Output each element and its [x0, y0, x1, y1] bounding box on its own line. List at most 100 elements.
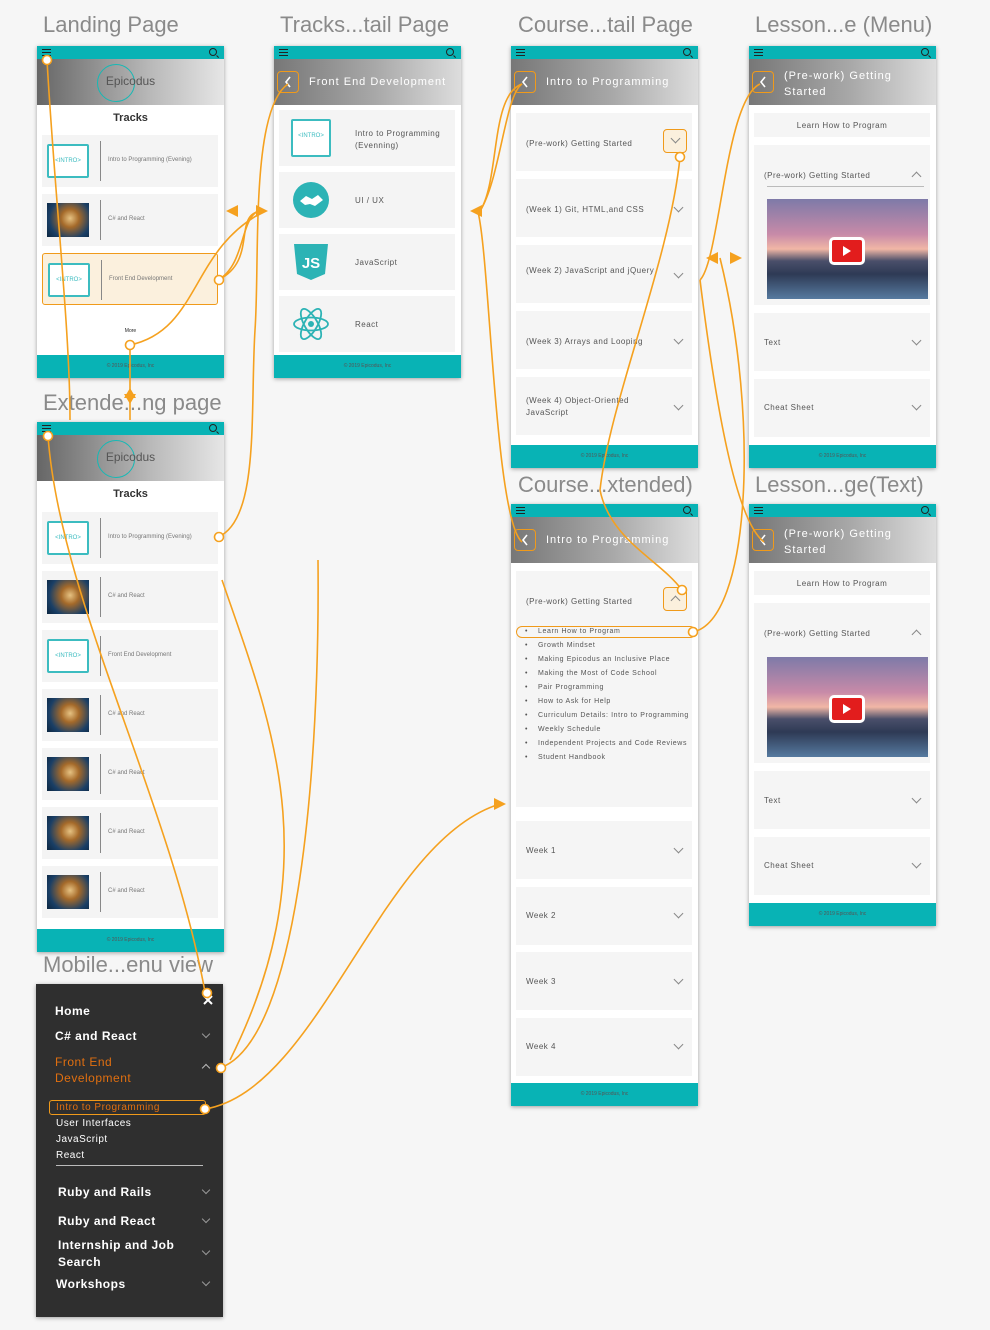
js-shield-icon: JS: [291, 243, 331, 281]
arrowhead: [226, 205, 238, 217]
menu-sub-item[interactable]: JavaScript: [56, 1134, 108, 1145]
section-accordion-open[interactable]: (Pre-work) Getting Started: [754, 145, 930, 305]
section-label: (Pre-work) Getting Started: [764, 629, 871, 638]
chevron-down-icon: [670, 133, 681, 144]
track-photo: [47, 875, 89, 909]
week-accordion[interactable]: (Week 3) Arrays and Looping: [516, 311, 692, 369]
lesson-link[interactable]: How to Ask for Help: [517, 695, 693, 709]
course-row[interactable]: React: [279, 296, 455, 352]
week-accordion[interactable]: Week 1: [516, 821, 692, 879]
week-accordion[interactable]: Week 3: [516, 952, 692, 1010]
menu-item-workshops[interactable]: Workshops: [56, 1277, 126, 1291]
menu-item-csharp-react[interactable]: C# and React: [55, 1029, 137, 1043]
lesson-link[interactable]: Growth Mindset: [517, 639, 693, 653]
week-accordion[interactable]: (Week 2) JavaScript and jQuery: [516, 245, 692, 303]
lesson-link[interactable]: Pair Programming: [517, 681, 693, 695]
lesson-link[interactable]: Weekly Schedule: [517, 723, 693, 737]
week-label: (Week 1) Git, HTML,and CSS: [526, 205, 645, 214]
track-card[interactable]: <INTRO> Intro to Programming (Evening): [42, 135, 218, 187]
top-bar: [511, 504, 698, 517]
menu-sub-item[interactable]: User Interfaces: [56, 1118, 131, 1129]
section-label: Cheat Sheet: [764, 861, 814, 870]
menu-item-front-end[interactable]: Front End Development: [55, 1054, 165, 1086]
chevron-down-icon: [673, 400, 684, 411]
text-accordion[interactable]: Text: [754, 313, 930, 371]
more-link[interactable]: More: [37, 328, 224, 334]
week-accordion[interactable]: (Week 4) Object-Oriented JavaScript: [516, 377, 692, 435]
week-accordion[interactable]: Week 2: [516, 887, 692, 945]
menu-item-ruby-rails[interactable]: Ruby and Rails: [58, 1185, 152, 1199]
hamburger-menu-icon[interactable]: [42, 425, 51, 432]
hamburger-menu-icon[interactable]: [516, 507, 525, 514]
track-card[interactable]: C# and React: [42, 194, 218, 246]
hamburger-menu-icon[interactable]: [279, 49, 288, 56]
track-card[interactable]: C# and React: [42, 866, 218, 918]
search-icon[interactable]: [683, 48, 691, 56]
play-button-icon[interactable]: [829, 237, 865, 265]
week-accordion[interactable]: (Week 1) Git, HTML,and CSS: [516, 179, 692, 237]
track-card-selected[interactable]: <INTRO> Front End Development: [42, 253, 218, 305]
menu-sub-item[interactable]: React: [56, 1150, 85, 1161]
back-button[interactable]: [277, 71, 299, 93]
hamburger-menu-icon[interactable]: [516, 49, 525, 56]
section-accordion-open[interactable]: (Pre-work) Getting Started: [754, 603, 930, 763]
arrowhead: [706, 252, 718, 264]
course-row[interactable]: <INTRO> Intro to Programming (Evenning): [279, 110, 455, 166]
track-card[interactable]: C# and React: [42, 571, 218, 623]
search-icon[interactable]: [446, 48, 454, 56]
collapse-button[interactable]: [663, 587, 687, 611]
lesson-link[interactable]: Curriculum Details: Intro to Programming: [517, 709, 693, 723]
search-icon[interactable]: [209, 48, 217, 56]
back-button[interactable]: [752, 71, 774, 93]
close-icon[interactable]: [202, 993, 214, 1005]
divider: [56, 1165, 203, 1166]
search-icon[interactable]: [209, 424, 217, 432]
lesson-link[interactable]: Making Epicodus an Inclusive Place: [517, 653, 693, 667]
week-accordion[interactable]: Week 4: [516, 1018, 692, 1076]
lesson-link[interactable]: Student Handbook: [517, 751, 693, 765]
cheat-sheet-accordion[interactable]: Cheat Sheet: [754, 837, 930, 895]
intro-folder-icon: <INTRO>: [48, 263, 90, 297]
search-icon[interactable]: [683, 506, 691, 514]
footer-text: © 2019 Epicodus, Inc: [580, 1091, 629, 1097]
video-thumbnail[interactable]: [767, 657, 928, 757]
chevron-down-icon: [673, 1039, 684, 1050]
menu-sub-item[interactable]: Intro to Programming: [56, 1102, 160, 1113]
back-button[interactable]: [514, 71, 536, 93]
back-button[interactable]: [752, 529, 774, 551]
menu-item-home[interactable]: Home: [55, 1004, 90, 1018]
expand-button[interactable]: [663, 129, 687, 153]
footer-text: © 2019 Epicodus, Inc: [818, 453, 867, 459]
search-icon[interactable]: [921, 48, 929, 56]
week-accordion[interactable]: (Pre-work) Getting Started: [516, 113, 692, 171]
track-card[interactable]: C# and React: [42, 689, 218, 741]
track-card[interactable]: <INTRO> Front End Development: [42, 630, 218, 682]
video-thumbnail[interactable]: [767, 199, 928, 299]
chevron-down-icon: [201, 1185, 211, 1195]
cheat-sheet-accordion[interactable]: Cheat Sheet: [754, 379, 930, 437]
arrowhead: [256, 205, 268, 217]
lesson-link[interactable]: Making the Most of Code School: [517, 667, 693, 681]
hamburger-menu-icon[interactable]: [754, 507, 763, 514]
chevron-down-icon: [673, 974, 684, 985]
arrowhead: [494, 798, 506, 810]
lesson-link[interactable]: Learn How to Program: [517, 625, 693, 639]
lesson-link[interactable]: Independent Projects and Code Reviews: [517, 737, 693, 751]
link-menu-frontend-to-tracks: [219, 559, 319, 1069]
back-button[interactable]: [514, 529, 536, 551]
track-card[interactable]: C# and React: [42, 807, 218, 859]
course-row[interactable]: JS JavaScript: [279, 234, 455, 290]
hamburger-menu-icon[interactable]: [754, 49, 763, 56]
play-button-icon[interactable]: [829, 695, 865, 723]
hamburger-menu-icon[interactable]: [42, 49, 51, 56]
track-card[interactable]: C# and React: [42, 748, 218, 800]
track-card[interactable]: <INTRO> Intro to Programming (Evening): [42, 512, 218, 564]
track-label: Front End Development: [108, 652, 172, 658]
menu-item-ruby-react[interactable]: Ruby and React: [58, 1214, 156, 1228]
menu-item-internship[interactable]: Internship and Job Search: [58, 1237, 188, 1271]
text-accordion[interactable]: Text: [754, 771, 930, 829]
intro-folder-icon: <INTRO>: [47, 521, 89, 555]
divider: [767, 186, 924, 187]
course-row[interactable]: UI / UX: [279, 172, 455, 228]
search-icon[interactable]: [921, 506, 929, 514]
